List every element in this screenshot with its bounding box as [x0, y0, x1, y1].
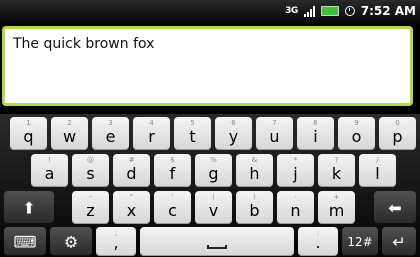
network-type: 3G — [285, 6, 298, 16]
key-p[interactable]: 0p — [379, 117, 416, 150]
keyboard-icon: ⌨ — [13, 232, 37, 251]
key-e[interactable]: 3e — [92, 117, 129, 150]
key-d[interactable]: # d — [113, 154, 150, 187]
key-o[interactable]: 9o — [338, 117, 375, 150]
key-m[interactable]: + m — [318, 191, 355, 224]
key-i[interactable]: 8i — [297, 117, 334, 150]
key-x[interactable]: " x — [113, 191, 150, 224]
text-input-field[interactable]: The quick brown fox — [2, 26, 413, 106]
key-t[interactable]: 5t — [174, 117, 211, 150]
key-v[interactable]: (v — [195, 191, 232, 224]
key-y[interactable]: 6y — [215, 117, 252, 150]
symbols-label: 12# — [347, 234, 373, 249]
key-n[interactable]: -n — [277, 191, 314, 224]
alarm-clock-icon — [344, 6, 355, 16]
key-l[interactable]: / l — [359, 154, 396, 187]
shift-key[interactable]: ⬆ — [4, 191, 54, 224]
key-g[interactable]: % g — [195, 154, 232, 187]
signal-icon — [303, 5, 315, 17]
key-b[interactable]: ) b — [236, 191, 273, 224]
symbols-key[interactable]: 12# — [342, 227, 378, 256]
key-c[interactable]: ' c — [154, 191, 191, 224]
text-input-value: The quick brown fox — [13, 36, 155, 52]
space-key[interactable] — [140, 227, 294, 256]
key-j[interactable]: * j — [277, 154, 314, 187]
gear-icon: ⚙ — [63, 232, 79, 251]
key-q[interactable]: 1q — [10, 117, 47, 150]
space-icon — [207, 245, 227, 249]
keyboard-switch-key[interactable]: ⌨ — [4, 227, 46, 256]
status-time: 7:52 AM — [360, 4, 416, 18]
backspace-icon: ⬅ — [388, 198, 402, 217]
key-f[interactable]: $ f — [154, 154, 191, 187]
key-h[interactable]: & h — [236, 154, 273, 187]
key-a[interactable]: ! a — [31, 154, 68, 187]
enter-key[interactable]: ↵ — [382, 227, 416, 256]
soft-keyboard: 1q 2w 3e 4r 5t 6y 7u 8i 9o 0p ! a @ s # d $… — [0, 114, 420, 257]
period-key[interactable]: :. — [298, 227, 338, 256]
shift-icon: ⬆ — [22, 198, 36, 217]
settings-key[interactable]: ⚙ — [50, 227, 92, 256]
key-r[interactable]: 4r — [133, 117, 170, 150]
enter-icon: ↵ — [392, 232, 406, 251]
status-icons: 3G 7:52 AM — [285, 4, 416, 18]
key-u[interactable]: 7u — [256, 117, 293, 150]
key-s[interactable]: @ s — [72, 154, 109, 187]
key-w[interactable]: 2w — [51, 117, 88, 150]
key-k[interactable]: ? k — [318, 154, 355, 187]
backspace-key[interactable]: ⬅ — [374, 191, 416, 224]
comma-key[interactable]: ;, — [96, 227, 136, 256]
battery-icon — [320, 6, 339, 16]
key-z[interactable]: -z — [72, 191, 109, 224]
status-bar: 3G 7:52 AM — [0, 0, 420, 24]
